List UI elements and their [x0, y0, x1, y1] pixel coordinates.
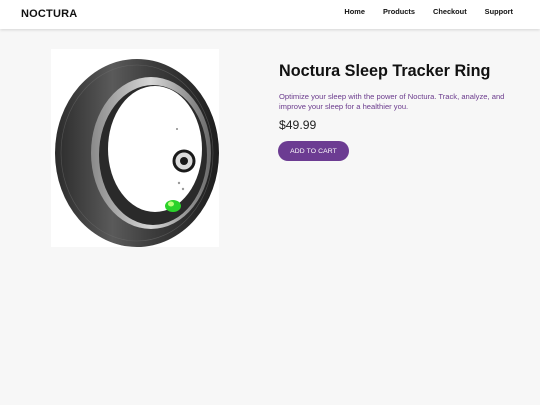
- product-price: $49.99: [279, 118, 317, 132]
- ring-icon: [55, 59, 219, 247]
- brand-logo[interactable]: NOCTURA: [21, 8, 77, 20]
- nav-link-home[interactable]: Home: [344, 7, 365, 16]
- main-nav: Home Products Checkout Support: [326, 7, 513, 16]
- product-description: Optimize your sleep with the power of No…: [279, 92, 505, 111]
- product-image: [51, 49, 219, 247]
- nav-link-products[interactable]: Products: [383, 7, 415, 16]
- product-title: Noctura Sleep Tracker Ring: [279, 62, 491, 80]
- nav-link-checkout[interactable]: Checkout: [433, 7, 467, 16]
- add-to-cart-button[interactable]: ADD TO CART: [278, 141, 349, 161]
- top-navigation-bar: NOCTURA Home Products Checkout Support: [0, 0, 540, 29]
- nav-link-support[interactable]: Support: [485, 7, 513, 16]
